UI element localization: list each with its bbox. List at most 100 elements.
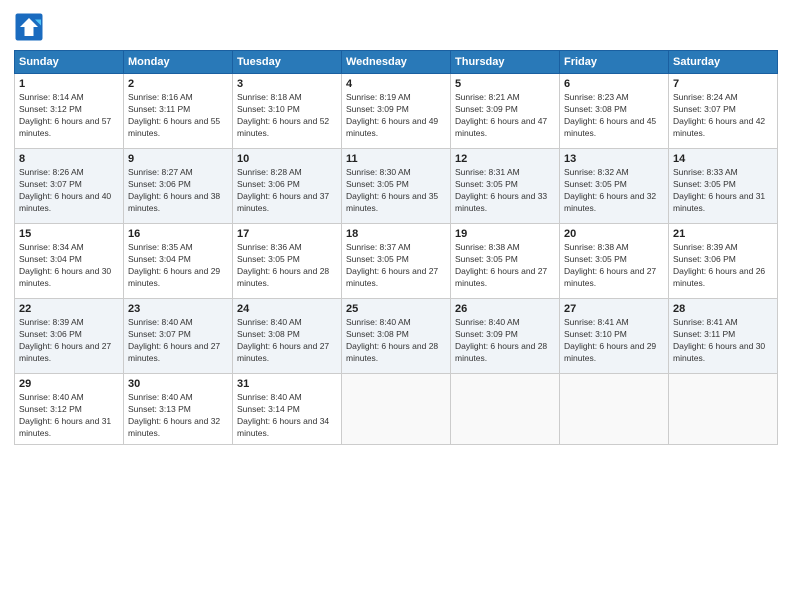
day-number: 31 (237, 378, 337, 390)
calendar-cell: 20 Sunrise: 8:38 AMSunset: 3:05 PMDayligh… (560, 224, 669, 299)
day-number: 28 (673, 303, 773, 315)
calendar-cell: 10 Sunrise: 8:28 AMSunset: 3:06 PMDayligh… (233, 149, 342, 224)
calendar-cell: 31 Sunrise: 8:40 AMSunset: 3:14 PMDayligh… (233, 374, 342, 445)
weekday-header-row: SundayMondayTuesdayWednesdayThursdayFrid… (15, 51, 778, 74)
day-detail: Sunrise: 8:39 AMSunset: 3:06 PMDaylight:… (19, 317, 119, 365)
day-detail: Sunrise: 8:40 AMSunset: 3:08 PMDaylight:… (237, 317, 337, 365)
day-number: 14 (673, 153, 773, 165)
calendar-cell: 4 Sunrise: 8:19 AMSunset: 3:09 PMDaylight… (342, 74, 451, 149)
header (14, 12, 778, 42)
day-detail: Sunrise: 8:38 AMSunset: 3:05 PMDaylight:… (564, 242, 664, 290)
day-detail: Sunrise: 8:40 AMSunset: 3:13 PMDaylight:… (128, 392, 228, 440)
calendar-cell: 27 Sunrise: 8:41 AMSunset: 3:10 PMDayligh… (560, 299, 669, 374)
day-detail: Sunrise: 8:39 AMSunset: 3:06 PMDaylight:… (673, 242, 773, 290)
day-number: 13 (564, 153, 664, 165)
day-number: 8 (19, 153, 119, 165)
calendar-cell: 15 Sunrise: 8:34 AMSunset: 3:04 PMDayligh… (15, 224, 124, 299)
day-detail: Sunrise: 8:19 AMSunset: 3:09 PMDaylight:… (346, 92, 446, 140)
calendar-cell: 19Sunrise: 8:38 AMSunset: 3:05 PMDayligh… (451, 224, 560, 299)
day-detail: Sunrise: 8:30 AMSunset: 3:05 PMDaylight:… (346, 167, 446, 215)
day-detail: Sunrise: 8:24 AMSunset: 3:07 PMDaylight:… (673, 92, 773, 140)
day-detail: Sunrise: 8:41 AMSunset: 3:10 PMDaylight:… (564, 317, 664, 365)
calendar-cell: 23 Sunrise: 8:40 AMSunset: 3:07 PMDayligh… (124, 299, 233, 374)
logo-icon (14, 12, 44, 42)
day-detail: Sunrise: 8:16 AMSunset: 3:11 PMDaylight:… (128, 92, 228, 140)
week-row-4: 22 Sunrise: 8:39 AMSunset: 3:06 PMDayligh… (15, 299, 778, 374)
calendar-cell: 5Sunrise: 8:21 AMSunset: 3:09 PMDaylight… (451, 74, 560, 149)
day-detail: Sunrise: 8:18 AMSunset: 3:10 PMDaylight:… (237, 92, 337, 140)
calendar-cell (669, 374, 778, 445)
calendar: SundayMondayTuesdayWednesdayThursdayFrid… (14, 50, 778, 445)
day-number: 7 (673, 78, 773, 90)
weekday-header-friday: Friday (560, 51, 669, 74)
day-detail: Sunrise: 8:36 AMSunset: 3:05 PMDaylight:… (237, 242, 337, 290)
week-row-2: 8Sunrise: 8:26 AMSunset: 3:07 PMDaylight… (15, 149, 778, 224)
calendar-cell: 21 Sunrise: 8:39 AMSunset: 3:06 PMDayligh… (669, 224, 778, 299)
calendar-cell: 18Sunrise: 8:37 AMSunset: 3:05 PMDayligh… (342, 224, 451, 299)
calendar-cell (560, 374, 669, 445)
day-detail: Sunrise: 8:40 AMSunset: 3:08 PMDaylight:… (346, 317, 446, 365)
week-row-1: 1 Sunrise: 8:14 AMSunset: 3:12 PMDaylight… (15, 74, 778, 149)
day-detail: Sunrise: 8:40 AMSunset: 3:14 PMDaylight:… (237, 392, 337, 440)
day-detail: Sunrise: 8:38 AMSunset: 3:05 PMDaylight:… (455, 242, 555, 290)
weekday-header-wednesday: Wednesday (342, 51, 451, 74)
day-detail: Sunrise: 8:28 AMSunset: 3:06 PMDaylight:… (237, 167, 337, 215)
day-detail: Sunrise: 8:34 AMSunset: 3:04 PMDaylight:… (19, 242, 119, 290)
day-number: 23 (128, 303, 228, 315)
day-number: 22 (19, 303, 119, 315)
day-number: 16 (128, 228, 228, 240)
day-number: 1 (19, 78, 119, 90)
day-detail: Sunrise: 8:40 AMSunset: 3:07 PMDaylight:… (128, 317, 228, 365)
calendar-cell: 13 Sunrise: 8:32 AMSunset: 3:05 PMDayligh… (560, 149, 669, 224)
day-number: 21 (673, 228, 773, 240)
calendar-cell: 29 Sunrise: 8:40 AMSunset: 3:12 PMDayligh… (15, 374, 124, 445)
calendar-cell (342, 374, 451, 445)
weekday-header-saturday: Saturday (669, 51, 778, 74)
calendar-cell: 6Sunrise: 8:23 AMSunset: 3:08 PMDaylight… (560, 74, 669, 149)
day-number: 30 (128, 378, 228, 390)
weekday-header-thursday: Thursday (451, 51, 560, 74)
day-number: 12 (455, 153, 555, 165)
day-number: 2 (128, 78, 228, 90)
day-number: 10 (237, 153, 337, 165)
weekday-header-monday: Monday (124, 51, 233, 74)
calendar-cell: 17 Sunrise: 8:36 AMSunset: 3:05 PMDayligh… (233, 224, 342, 299)
calendar-cell: 8Sunrise: 8:26 AMSunset: 3:07 PMDaylight… (15, 149, 124, 224)
day-number: 29 (19, 378, 119, 390)
calendar-cell: 22 Sunrise: 8:39 AMSunset: 3:06 PMDayligh… (15, 299, 124, 374)
calendar-cell: 2 Sunrise: 8:16 AMSunset: 3:11 PMDaylight… (124, 74, 233, 149)
calendar-cell: 24Sunrise: 8:40 AMSunset: 3:08 PMDayligh… (233, 299, 342, 374)
day-number: 17 (237, 228, 337, 240)
calendar-cell: 3Sunrise: 8:18 AMSunset: 3:10 PMDaylight… (233, 74, 342, 149)
weekday-header-tuesday: Tuesday (233, 51, 342, 74)
day-detail: Sunrise: 8:41 AMSunset: 3:11 PMDaylight:… (673, 317, 773, 365)
day-number: 26 (455, 303, 555, 315)
calendar-cell: 14 Sunrise: 8:33 AMSunset: 3:05 PMDayligh… (669, 149, 778, 224)
day-detail: Sunrise: 8:32 AMSunset: 3:05 PMDaylight:… (564, 167, 664, 215)
day-detail: Sunrise: 8:33 AMSunset: 3:05 PMDaylight:… (673, 167, 773, 215)
calendar-cell: 9Sunrise: 8:27 AMSunset: 3:06 PMDaylight… (124, 149, 233, 224)
day-detail: Sunrise: 8:27 AMSunset: 3:06 PMDaylight:… (128, 167, 228, 215)
calendar-cell: 12 Sunrise: 8:31 AMSunset: 3:05 PMDayligh… (451, 149, 560, 224)
logo (14, 12, 48, 42)
week-row-5: 29 Sunrise: 8:40 AMSunset: 3:12 PMDayligh… (15, 374, 778, 445)
day-number: 5 (455, 78, 555, 90)
calendar-cell: 25 Sunrise: 8:40 AMSunset: 3:08 PMDayligh… (342, 299, 451, 374)
day-number: 11 (346, 153, 446, 165)
day-detail: Sunrise: 8:14 AMSunset: 3:12 PMDaylight:… (19, 92, 119, 140)
weekday-header-sunday: Sunday (15, 51, 124, 74)
day-number: 6 (564, 78, 664, 90)
day-detail: Sunrise: 8:40 AMSunset: 3:12 PMDaylight:… (19, 392, 119, 440)
page: SundayMondayTuesdayWednesdayThursdayFrid… (0, 0, 792, 612)
calendar-cell: 16Sunrise: 8:35 AMSunset: 3:04 PMDayligh… (124, 224, 233, 299)
day-number: 4 (346, 78, 446, 90)
calendar-cell: 26Sunrise: 8:40 AMSunset: 3:09 PMDayligh… (451, 299, 560, 374)
calendar-cell: 28 Sunrise: 8:41 AMSunset: 3:11 PMDayligh… (669, 299, 778, 374)
day-number: 15 (19, 228, 119, 240)
calendar-cell: 7 Sunrise: 8:24 AMSunset: 3:07 PMDaylight… (669, 74, 778, 149)
day-detail: Sunrise: 8:31 AMSunset: 3:05 PMDaylight:… (455, 167, 555, 215)
day-number: 20 (564, 228, 664, 240)
day-detail: Sunrise: 8:37 AMSunset: 3:05 PMDaylight:… (346, 242, 446, 290)
day-number: 25 (346, 303, 446, 315)
day-number: 27 (564, 303, 664, 315)
